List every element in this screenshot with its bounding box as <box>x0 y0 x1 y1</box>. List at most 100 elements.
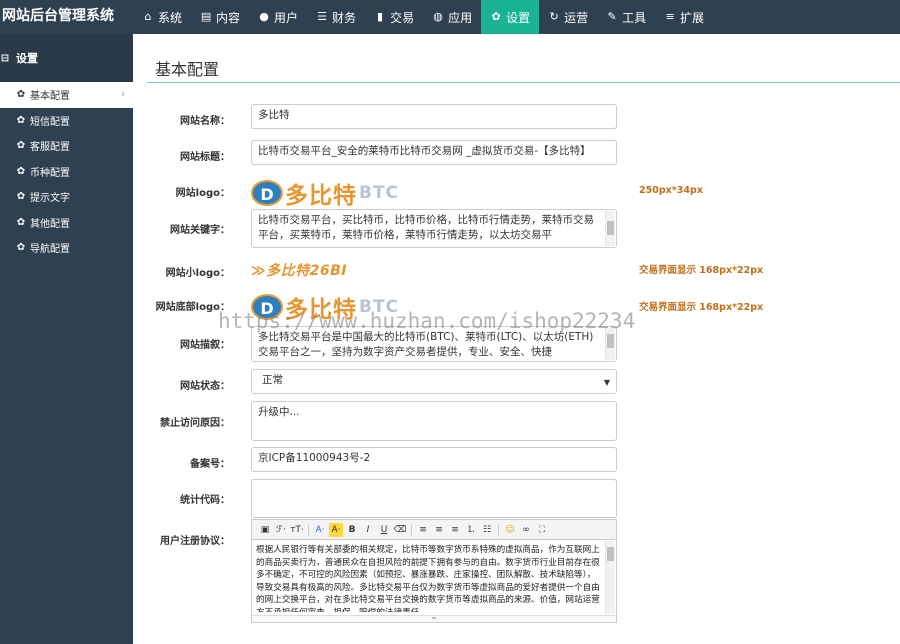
nav-item-6[interactable]: ✿ 设置 <box>481 0 540 34</box>
font-color-icon[interactable]: A· <box>313 523 327 537</box>
icp-input[interactable]: 京ICP备11000943号-2 <box>251 447 617 472</box>
stats-code-textarea[interactable] <box>251 479 617 518</box>
gear-icon: ✿ <box>16 114 26 126</box>
nav-item-5[interactable]: ◍ 应用 <box>423 0 481 34</box>
editor-resize-handle[interactable]: ═ <box>252 615 616 622</box>
sidebar-item-label: 导航配置 <box>30 244 70 256</box>
underline-icon[interactable]: U <box>377 523 391 537</box>
small-logo-image[interactable]: ≫多比特26BI <box>251 260 347 280</box>
gear-icon: ✿ <box>16 165 26 177</box>
gear-icon: ✿ <box>16 216 26 228</box>
highlight-icon[interactable]: A· <box>329 522 343 537</box>
sidebar-item-4[interactable]: ✿ 提示文字 <box>0 184 133 210</box>
caret-down-icon: ▼ <box>603 378 610 387</box>
forbid-reason-textarea[interactable]: 升级中... <box>251 401 617 441</box>
toolbar-separator <box>411 523 412 536</box>
document-icon: ▤ <box>200 10 212 23</box>
nav-item-label: 设置 <box>506 10 531 25</box>
wrench-icon: ✎ <box>607 10 617 23</box>
gear-icon: ✿ <box>491 10 501 23</box>
sidebar-item-label: 基本配置 <box>30 91 70 103</box>
page-title: 基本配置 <box>155 60 220 79</box>
align-center-icon[interactable]: ≡ <box>432 523 446 537</box>
forbid-reason-label: 禁止访问原因： <box>160 418 230 429</box>
nav-item-label: 系统 <box>158 10 183 25</box>
nav-item-label: 工具 <box>622 10 647 25</box>
source-icon[interactable]: ▣ <box>258 523 272 537</box>
nav-item-0[interactable]: ⌂ 系统 <box>133 0 191 34</box>
link-icon[interactable]: ∞ <box>519 523 533 537</box>
gear-icon: ✿ <box>16 89 26 101</box>
small-logo-label: 网站小logo： <box>165 268 230 279</box>
fullscreen-icon[interactable]: ⛶ <box>535 523 549 537</box>
gear-icon: ✿ <box>16 140 26 152</box>
nav-item-4[interactable]: ▮ 交易 <box>365 0 423 34</box>
sidebar-item-6[interactable]: ✿ 导航配置 <box>0 235 133 261</box>
description-textarea[interactable]: 多比特交易平台是中国最大的比特币(BTC)、莱特币(LTC)、以太坊(ETH)交… <box>251 326 617 362</box>
agreement-editor-body[interactable]: 根据人民银行等有关部委的相关规定，比特币等数字货币系特殊的虚拟商品，作为互联网上… <box>256 544 602 612</box>
status-select[interactable]: 正常 ▼ <box>251 369 617 394</box>
app-title: 网站后台管理系统 <box>2 8 114 24</box>
editor-toolbar: ▣ ℱ· тT· A· A· B I U ⌫ ≡ ≡ ≡ ⒈ ☷ ☺ ∞ ⛶ <box>252 520 616 540</box>
sidebar-item-0[interactable]: ✿ 基本配置 › <box>0 82 133 108</box>
keywords-textarea[interactable]: 比特币交易平台，买比特币，比特币价格，比特币行情走势，莱特币交易平台，买莱特币，… <box>251 209 617 248</box>
small-logo-note: 交易界面显示 168px*22px <box>639 265 764 276</box>
top-bar: 网站后台管理系统 ⌂ 系统 ▤ 内容 ● 用户 ☰ 财务 ▮ 交易 ◍ 应用 ✿ 设置 ↻ 运营 ✎ 工具 ≡ 扩展 <box>0 0 900 34</box>
footer-logo-mark: D <box>251 294 283 320</box>
main-content: 基本配置 网站名称： 多比特 网站标题： 比特币交易平台_安全的莱特币比特币交易… <box>133 34 900 644</box>
nav-item-8[interactable]: ✎ 工具 <box>597 0 655 34</box>
footer-logo-note: 交易界面显示 168px*22px <box>639 302 764 313</box>
sidebar-item-1[interactable]: ✿ 短信配置 <box>0 108 133 134</box>
sidebar-heading[interactable]: ⊟ 设置 <box>0 34 133 82</box>
footer-logo-text: 多比特 <box>285 297 357 323</box>
footer-logo-label: 网站底部logo： <box>155 302 230 313</box>
editor-scrollbar[interactable] <box>605 541 615 614</box>
nav-item-7[interactable]: ↻ 运营 <box>539 0 597 34</box>
list-icon: ☰ <box>317 10 327 23</box>
top-nav: ⌂ 系统 ▤ 内容 ● 用户 ☰ 财务 ▮ 交易 ◍ 应用 ✿ 设置 ↻ 运营 ✎ 工具 ≡ 扩展 <box>133 0 713 34</box>
nav-item-2[interactable]: ● 用户 <box>249 0 307 34</box>
sidebar-item-5[interactable]: ✿ 其他配置 <box>0 210 133 236</box>
eraser-icon[interactable]: ⌫ <box>393 523 407 537</box>
nav-item-9[interactable]: ≡ 扩展 <box>655 0 713 34</box>
site-logo-image[interactable]: D 多比特 BTC <box>251 176 399 210</box>
emoticon-icon[interactable]: ☺ <box>503 523 517 537</box>
description-text: 多比特交易平台是中国最大的比特币(BTC)、莱特币(LTC)、以太坊(ETH)交… <box>258 331 594 358</box>
stats-code-label: 统计代码： <box>180 495 230 506</box>
refresh-icon: ↻ <box>549 10 559 23</box>
nav-item-label: 运营 <box>564 10 589 25</box>
nav-item-3[interactable]: ☰ 财务 <box>307 0 365 34</box>
keywords-text: 比特币交易平台，买比特币，比特币价格，比特币行情走势，莱特币交易平台，买莱特币，… <box>258 214 594 241</box>
bold-icon[interactable]: B <box>345 523 359 537</box>
footer-logo-image[interactable]: D 多比特 BTC <box>251 290 399 324</box>
logo-text: 多比特 <box>285 183 357 209</box>
site-name-input[interactable]: 多比特 <box>251 104 617 129</box>
site-logo-note: 250px*34px <box>639 185 703 196</box>
description-label: 网站描叙： <box>180 340 230 351</box>
site-title-input[interactable]: 比特币交易平台_安全的莱特币比特币交易网 _虚拟货币交易-【多比特】 <box>251 140 617 165</box>
sidebar-item-2[interactable]: ✿ 客服配置 <box>0 133 133 159</box>
align-left-icon[interactable]: ≡ <box>416 523 430 537</box>
sidebar-item-label: 短信配置 <box>30 116 70 128</box>
ordered-list-icon[interactable]: ⒈ <box>464 523 478 537</box>
keywords-label: 网站关键字： <box>170 225 230 236</box>
nav-item-label: 应用 <box>448 10 473 25</box>
site-logo-label: 网站logo： <box>175 188 230 199</box>
nav-item-label: 交易 <box>390 10 415 25</box>
keywords-scrollbar[interactable] <box>605 211 615 246</box>
align-right-icon[interactable]: ≡ <box>448 523 462 537</box>
globe-icon: ◍ <box>433 10 443 23</box>
font-size-icon[interactable]: тT· <box>290 523 304 537</box>
nav-item-1[interactable]: ▤ 内容 <box>191 0 249 34</box>
toolbar-separator <box>308 523 309 536</box>
agreement-editor: ▣ ℱ· тT· A· A· B I U ⌫ ≡ ≡ ≡ ⒈ ☷ ☺ ∞ ⛶ 根据人民银行等有关部委的相关规定，… <box>251 519 617 623</box>
status-value: 正常 <box>262 374 283 386</box>
description-scrollbar[interactable] <box>605 328 615 360</box>
sidebar-item-label: 其他配置 <box>30 218 70 230</box>
site-title-label: 网站标题： <box>180 152 230 163</box>
unordered-list-icon[interactable]: ☷ <box>480 523 494 537</box>
italic-icon[interactable]: I <box>361 523 375 537</box>
sidebar-item-3[interactable]: ✿ 币种配置 <box>0 159 133 185</box>
footer-logo-sub: BTC <box>359 297 400 317</box>
font-family-icon[interactable]: ℱ· <box>274 523 288 537</box>
